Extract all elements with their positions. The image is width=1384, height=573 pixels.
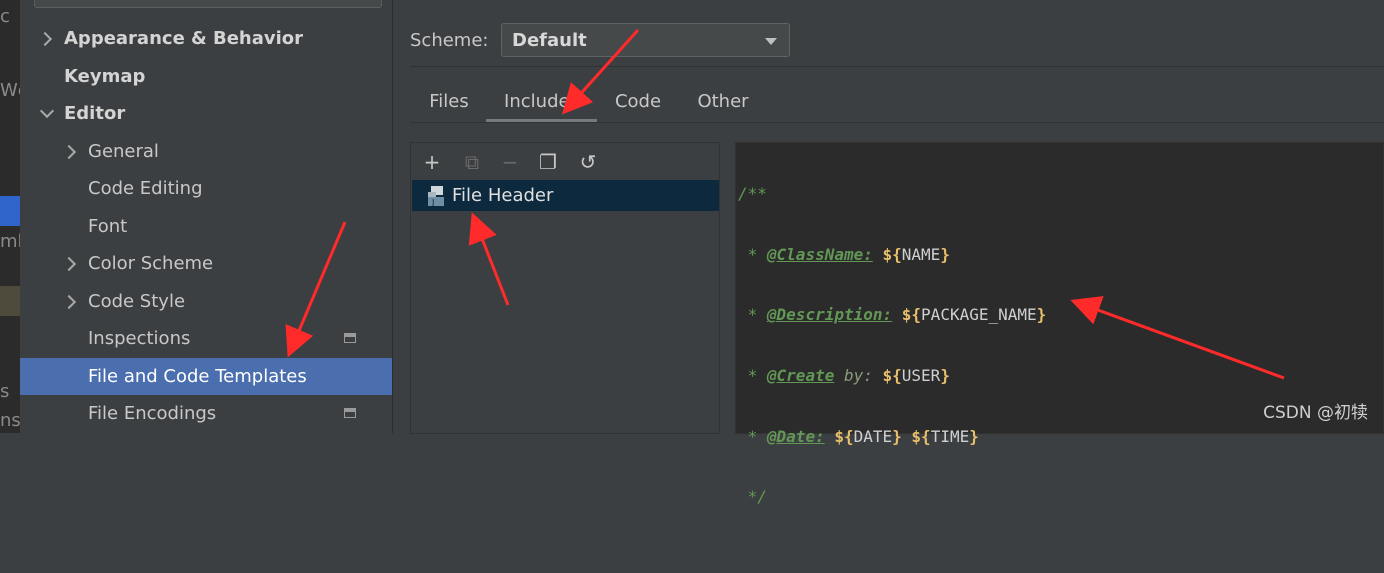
project-icon — [344, 333, 356, 343]
chevron-down-icon[interactable] — [39, 103, 55, 119]
sidebar-item-label: File Encodings — [88, 403, 217, 424]
code-annotation-tag: @Create — [766, 366, 835, 386]
tab-other[interactable]: Other — [678, 82, 768, 122]
strip-fragment: ml — [0, 231, 20, 252]
code-comment: by: — [834, 366, 873, 386]
chevron-right-icon[interactable] — [61, 256, 77, 272]
sidebar-item-keymap[interactable]: Keymap — [20, 58, 380, 95]
code-comment: /** — [738, 184, 767, 204]
sidebar-item-code-style[interactable]: Code Style — [20, 283, 380, 320]
template-toolbar: + ⧉ − ❐ ↺ — [411, 143, 719, 179]
code-annotation-tag: @Description: — [766, 305, 893, 325]
template-code[interactable]: /** * @ClassName: ${NAME} * @Description… — [738, 149, 1046, 573]
svg-text:J: J — [431, 198, 434, 207]
strip-fragment: ns — [0, 410, 20, 431]
caret-down-icon — [765, 38, 777, 45]
code-line: */ — [738, 482, 1046, 512]
settings-sidebar: Appearance & Behavior Keymap Editor Gene… — [20, 0, 410, 433]
settings-search-input[interactable] — [34, 0, 382, 8]
code-annotation-tag: @Date: — [766, 426, 825, 446]
sidebar-item-label: General — [88, 141, 159, 162]
strip-highlight — [0, 286, 20, 316]
code-comment: * — [738, 426, 767, 446]
strip-fragment: c — [0, 6, 10, 27]
watermark: CSDN @初犊 — [1263, 403, 1368, 423]
duplicate-icon[interactable]: ❐ — [537, 151, 559, 173]
sidebar-item-label: Editor — [64, 103, 126, 124]
add-icon[interactable]: + — [421, 151, 443, 173]
chevron-right-icon[interactable] — [61, 294, 77, 310]
code-line: * @Create by: ${USER} — [738, 366, 950, 386]
code-variable: TIME — [930, 426, 970, 446]
template-editor[interactable]: /** * @ClassName: ${NAME} * @Description… — [735, 142, 1384, 506]
project-icon — [344, 408, 356, 418]
code-variable: DATE — [853, 426, 893, 446]
remove-icon[interactable]: − — [499, 151, 521, 173]
tab-files[interactable]: Files — [410, 82, 488, 122]
sidebar-item-general[interactable]: General — [20, 133, 380, 170]
sidebar-item-appearance-behavior[interactable]: Appearance & Behavior — [20, 20, 380, 57]
main-panel: Scheme: Default Files Includes Code Othe… — [393, 0, 1384, 506]
separator — [410, 66, 1384, 67]
sidebar-item-code-editing[interactable]: Code Editing — [20, 170, 380, 207]
template-item-file-header[interactable]: J File Header — [412, 180, 719, 211]
sidebar-item-label: Code Editing — [88, 178, 203, 199]
sidebar-item-file-encodings[interactable]: File Encodings — [20, 395, 380, 432]
code-annotation-tag: @ClassName: — [766, 244, 873, 264]
scheme-dropdown-value: Default — [512, 30, 587, 51]
scheme-label: Scheme: — [410, 30, 489, 51]
code-line: /** — [738, 179, 1046, 209]
tab-includes[interactable]: Includes — [486, 82, 597, 123]
template-name: File Header — [452, 185, 554, 206]
sidebar-item-file-and-code-templates[interactable]: File and Code Templates — [20, 358, 392, 395]
code-line: * @Description: ${PACKAGE_NAME} — [738, 305, 1047, 325]
chevron-right-icon[interactable] — [61, 144, 77, 160]
strip-selection — [0, 196, 20, 226]
sidebar-item-label: File and Code Templates — [88, 366, 307, 387]
sidebar-item-label: Appearance & Behavior — [64, 28, 304, 49]
sidebar-item-editor[interactable]: Editor — [20, 95, 380, 132]
sidebar-item-font[interactable]: Font — [20, 208, 380, 245]
code-variable: PACKAGE_NAME — [921, 305, 1037, 325]
copy-template-icon[interactable]: ⧉ — [461, 151, 483, 173]
code-line: * @Date: ${DATE} ${TIME} — [738, 426, 979, 446]
file-template-icon: J — [428, 186, 444, 207]
code-variable: NAME — [901, 244, 941, 264]
code-comment: * — [738, 244, 767, 264]
strip-fragment: Wc — [0, 80, 20, 101]
code-variable: USER — [901, 366, 941, 386]
left-project-strip: c Wc ml s ns — [0, 0, 20, 433]
code-comment: * — [738, 366, 767, 386]
sidebar-item-label: Color Scheme — [88, 253, 214, 274]
chevron-right-icon[interactable] — [37, 31, 53, 47]
sidebar-item-inspections[interactable]: Inspections — [20, 320, 380, 357]
code-line: * @ClassName: ${NAME} — [738, 244, 950, 264]
sidebar-item-label: Inspections — [88, 328, 191, 349]
reset-icon[interactable]: ↺ — [577, 151, 599, 173]
code-comment: * — [738, 305, 767, 325]
scheme-dropdown[interactable]: Default — [501, 23, 790, 57]
sidebar-item-color-scheme[interactable]: Color Scheme — [20, 245, 380, 282]
strip-fragment: s — [0, 381, 10, 402]
code-comment: */ — [738, 487, 767, 507]
template-content: + ⧉ − ❐ ↺ J File Header /** * @ClassName… — [410, 122, 1384, 506]
tab-code[interactable]: Code — [599, 82, 677, 122]
sidebar-item-label: Keymap — [64, 66, 146, 87]
template-list-panel: + ⧉ − ❐ ↺ J File Header — [410, 142, 720, 434]
sidebar-item-label: Code Style — [88, 291, 186, 312]
sidebar-item-label: Font — [88, 216, 128, 237]
